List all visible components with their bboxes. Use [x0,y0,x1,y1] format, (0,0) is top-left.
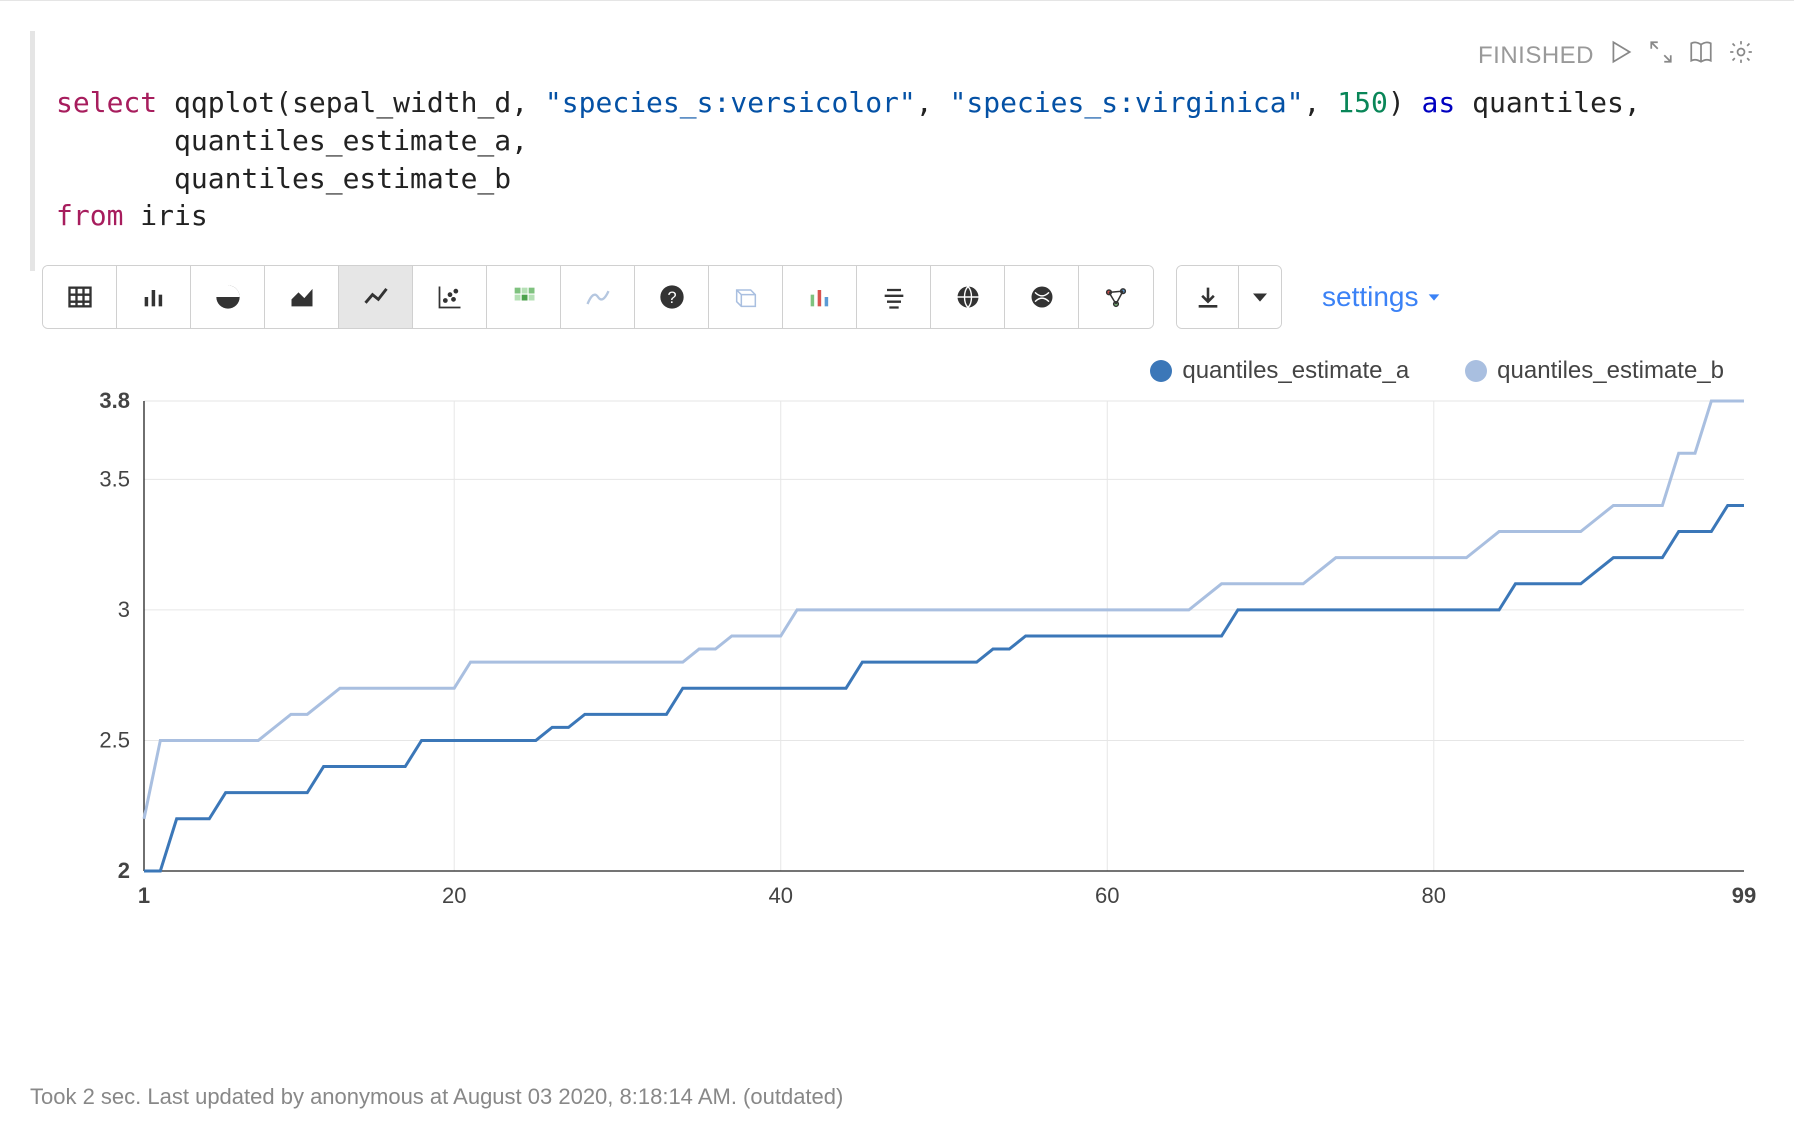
help-icon[interactable]: ? [635,266,709,328]
legend-item-a[interactable]: quantiles_estimate_a [1150,357,1409,385]
trend-icon[interactable] [561,266,635,328]
chart-svg: 2 2.5 3 3.5 3.8 1 20 40 60 80 99 [44,391,1764,921]
multibar-icon[interactable] [783,266,857,328]
svg-text:60: 60 [1095,883,1119,908]
svg-text:3.8: 3.8 [99,391,130,413]
run-icon[interactable] [1608,39,1634,72]
scatter-chart-icon[interactable] [413,266,487,328]
cell-footer: Took 2 sec. Last updated by anonymous at… [30,1084,843,1110]
book-icon[interactable] [1688,39,1714,72]
globe1-icon[interactable] [931,266,1005,328]
legend-label-a: quantiles_estimate_a [1182,357,1409,385]
table-icon[interactable] [43,266,117,328]
network-icon[interactable] [1079,266,1153,328]
svg-text:2: 2 [118,858,130,883]
svg-text:40: 40 [768,883,792,908]
cell-status: FINISHED [1478,42,1594,70]
cell-gutter [30,31,36,271]
legend-swatch-a [1150,360,1172,382]
grid3d-icon[interactable] [709,266,783,328]
svg-text:80: 80 [1422,883,1446,908]
gear-icon[interactable] [1728,39,1754,72]
line-chart-icon[interactable] [339,266,413,328]
settings-label: settings [1322,281,1419,313]
download-caret-icon[interactable] [1239,266,1281,328]
legend-swatch-b [1465,360,1487,382]
text-align-icon[interactable] [857,266,931,328]
svg-text:3: 3 [118,597,130,622]
viz-toolbar: ? settings [42,265,1764,329]
svg-text:3.5: 3.5 [99,467,130,492]
collapse-icon[interactable] [1648,39,1674,72]
area-chart-icon[interactable] [265,266,339,328]
legend-label-b: quantiles_estimate_b [1497,357,1724,385]
svg-text:?: ? [667,289,676,307]
bar-chart-icon[interactable] [117,266,191,328]
chart-type-group: ? [42,265,1154,329]
chart-container: quantiles_estimate_a quantiles_estimate_… [42,357,1764,921]
cell-header: FINISHED [42,31,1764,80]
svg-text:2.5: 2.5 [99,728,130,753]
download-icon[interactable] [1177,266,1239,328]
svg-text:99: 99 [1732,883,1756,908]
code-editor[interactable]: select qqplot(sepal_width_d, "species_s:… [42,80,1764,255]
svg-text:1: 1 [138,883,150,908]
legend-item-b[interactable]: quantiles_estimate_b [1465,357,1724,385]
chart-legend: quantiles_estimate_a quantiles_estimate_… [44,357,1764,385]
globe2-icon[interactable] [1005,266,1079,328]
pie-chart-icon[interactable] [191,266,265,328]
settings-link[interactable]: settings [1322,281,1443,313]
download-group [1176,265,1282,329]
heatmap-icon[interactable] [487,266,561,328]
svg-text:20: 20 [442,883,466,908]
